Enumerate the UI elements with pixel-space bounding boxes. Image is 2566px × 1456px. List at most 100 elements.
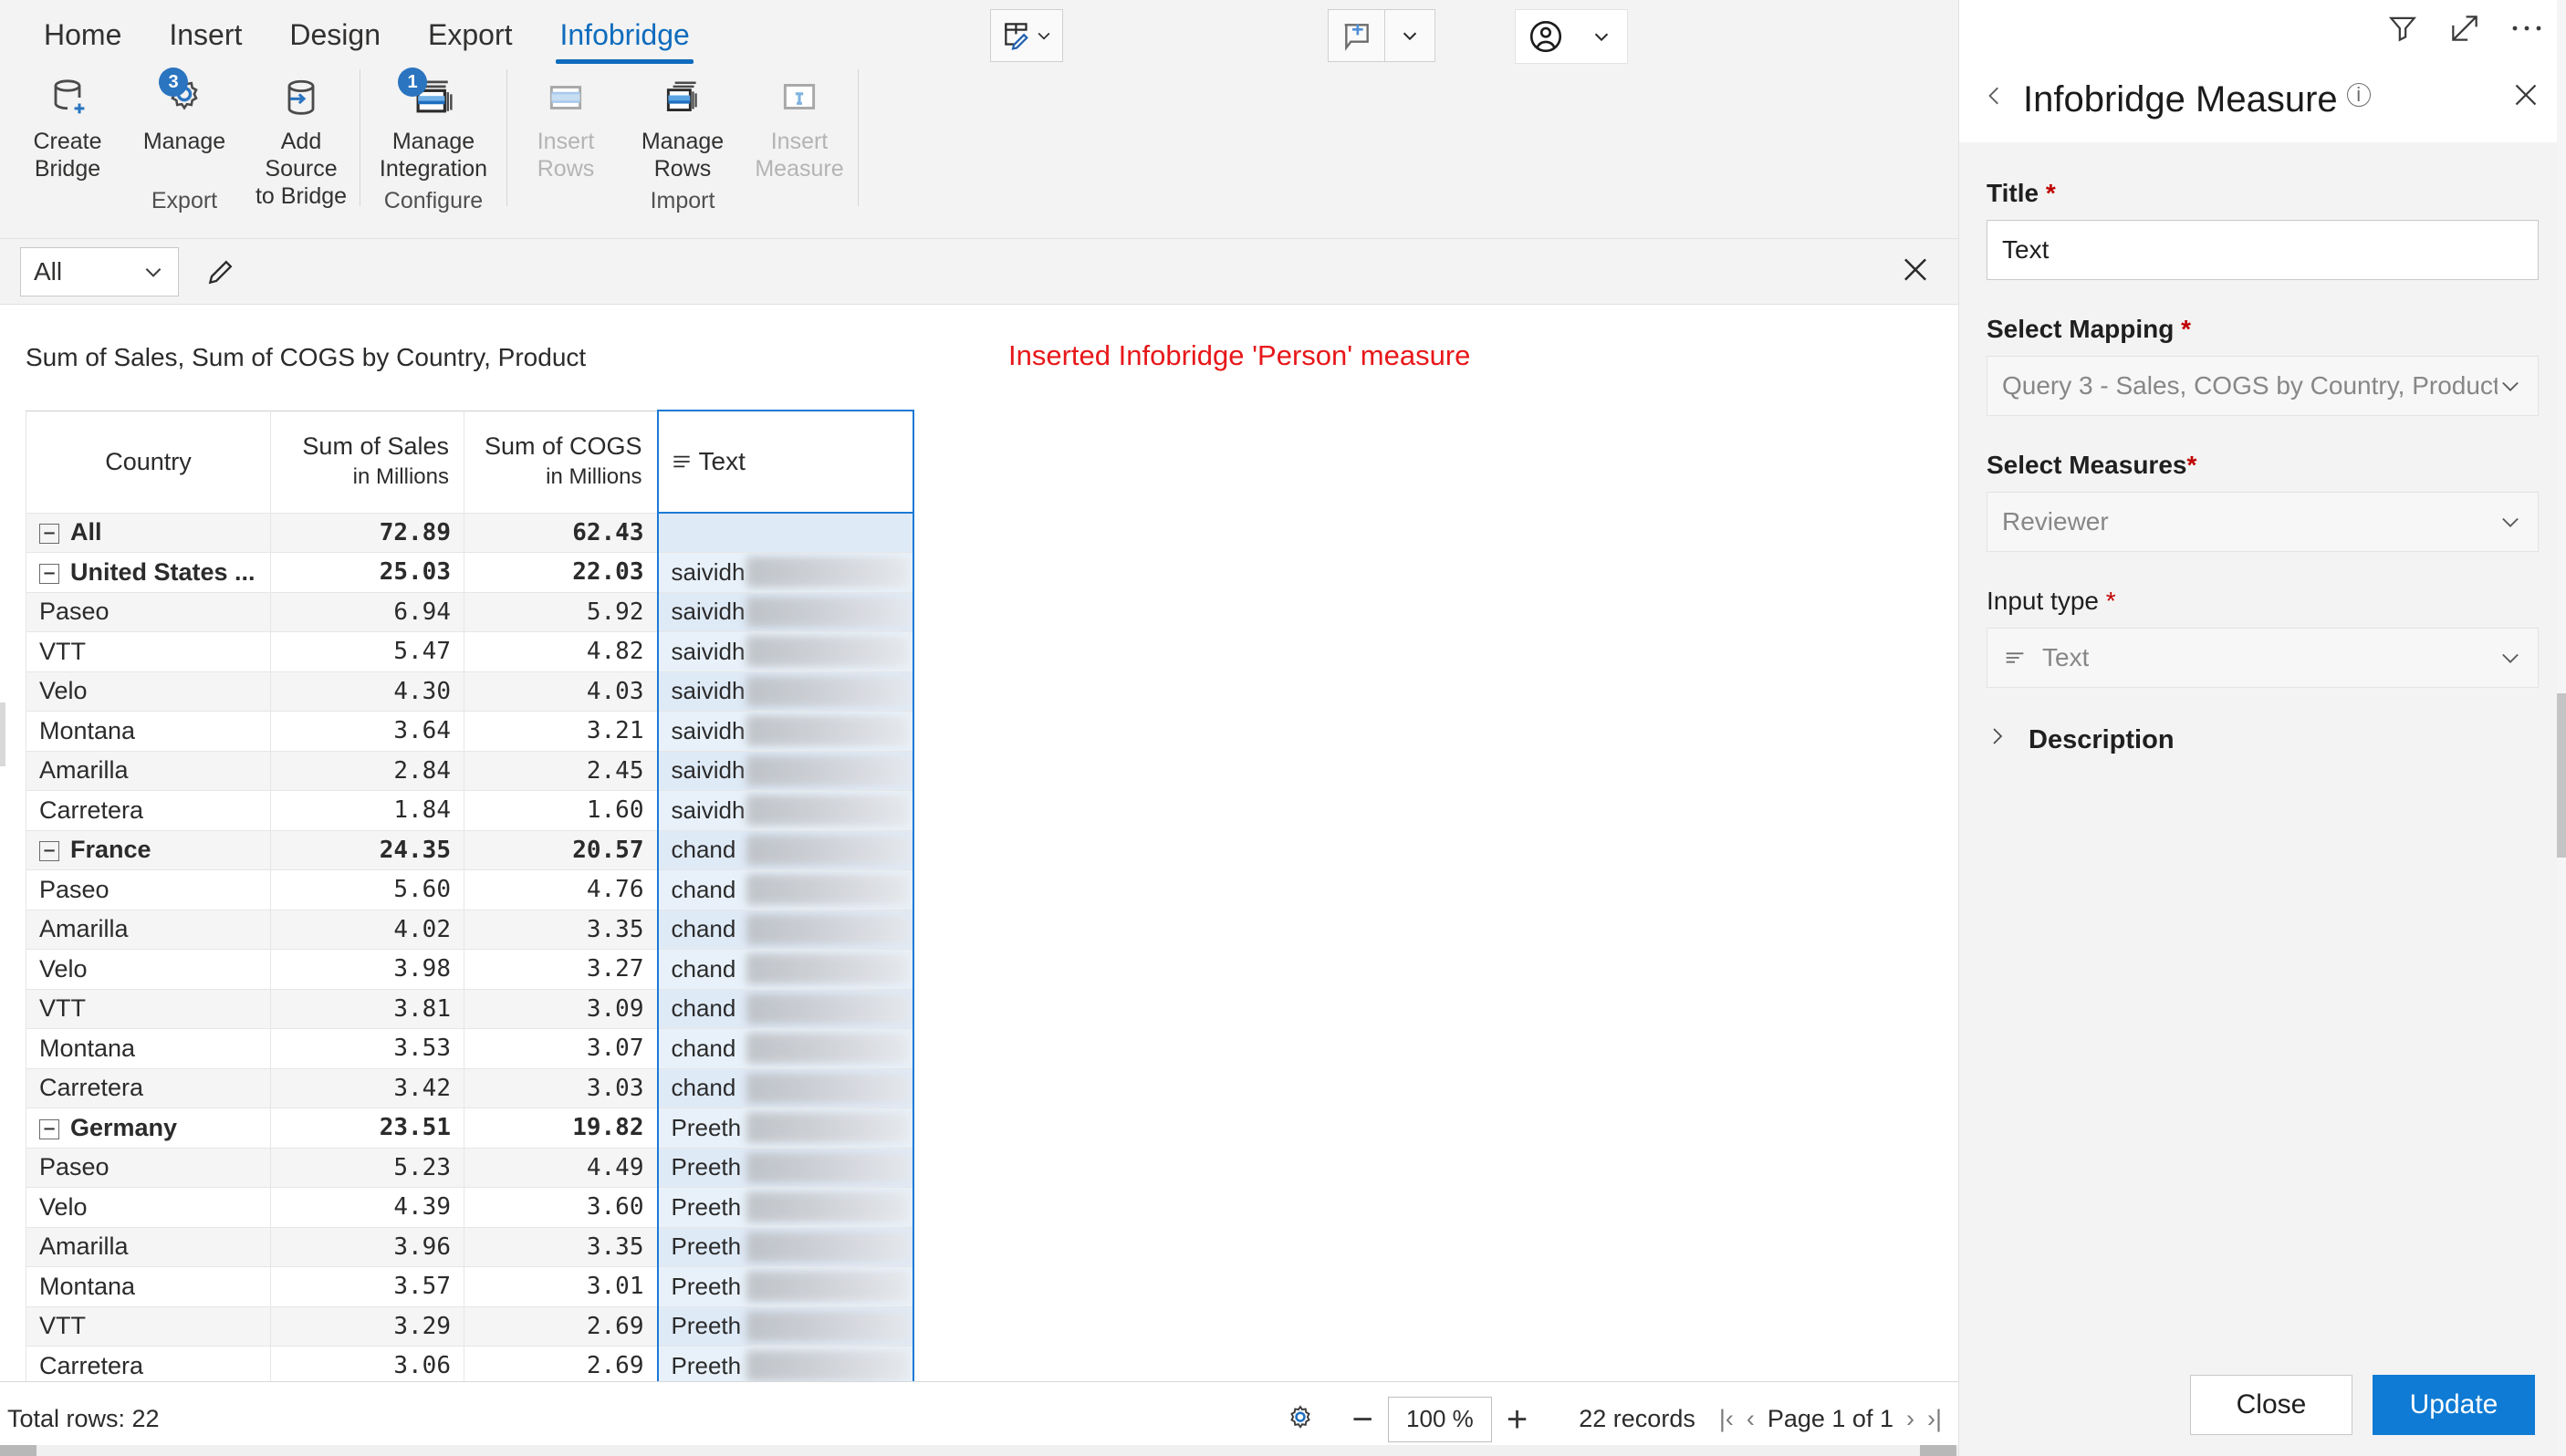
add-source-to-bridge-button[interactable]: Add Source to Bridge — [243, 64, 360, 210]
zoom-out-button[interactable]: − — [1338, 1401, 1388, 1438]
cell-text[interactable]: Preeth — [658, 1267, 913, 1307]
cell-text[interactable]: saividh — [658, 553, 913, 593]
cell-text[interactable]: Preeth — [658, 1306, 913, 1347]
table-row[interactable]: Montana3.643.21saividh — [26, 712, 913, 752]
cell-text[interactable]: saividh — [658, 671, 913, 712]
cell-text[interactable]: saividh — [658, 712, 913, 752]
table-row[interactable]: Carretera3.423.03chand — [26, 1068, 913, 1108]
panel-filter-button[interactable] — [2385, 11, 2420, 46]
table-row[interactable]: Paseo5.234.49Preeth — [26, 1148, 913, 1188]
ribbon-tab-home[interactable]: Home — [20, 13, 145, 64]
table-row[interactable]: VTT3.292.69Preeth — [26, 1306, 913, 1347]
cell-text[interactable]: Preeth — [658, 1108, 913, 1149]
cell-text[interactable]: chand — [658, 910, 913, 950]
row-expander-icon[interactable]: − — [39, 841, 59, 861]
cell-text[interactable]: chand — [658, 950, 913, 990]
prev-page-button[interactable]: ‹ — [1747, 1405, 1755, 1433]
canvas-left-handle[interactable] — [0, 702, 5, 766]
title-input[interactable]: Text — [1987, 220, 2539, 280]
filter-edit-button[interactable] — [203, 254, 239, 290]
horizontal-scrollbar[interactable] — [0, 1445, 1958, 1456]
table-row[interactable]: Paseo5.604.76chand — [26, 870, 913, 910]
panel-close-button[interactable] — [2509, 78, 2542, 120]
row-expander-icon[interactable]: − — [39, 524, 59, 544]
last-page-button[interactable]: ›| — [1927, 1405, 1942, 1433]
cell-text[interactable]: chand — [658, 830, 913, 870]
table-row[interactable]: Amarilla4.023.35chand — [26, 910, 913, 950]
next-page-button[interactable]: › — [1906, 1405, 1914, 1433]
table-row[interactable]: −United States ...25.0322.03saividh — [26, 553, 913, 593]
table-row[interactable]: Montana3.533.07chand — [26, 1029, 913, 1069]
account-button[interactable] — [1516, 10, 1576, 63]
cell-text[interactable]: saividh — [658, 632, 913, 672]
ribbon-tab-design[interactable]: Design — [266, 13, 404, 64]
table-row[interactable]: Amarilla3.963.35Preeth — [26, 1227, 913, 1267]
hscroll-thumb-left[interactable] — [0, 1445, 37, 1456]
cell-text[interactable]: chand — [658, 1068, 913, 1108]
panel-vertical-scrollbar[interactable] — [2557, 0, 2566, 1456]
cell-text[interactable]: saividh — [658, 791, 913, 831]
table-row[interactable]: VTT3.813.09chand — [26, 989, 913, 1029]
column-header-sales[interactable]: Sum of Sales in Millions — [271, 411, 464, 513]
mapping-select[interactable]: Query 3 - Sales, COGS by Country, Produc… — [1987, 356, 2539, 416]
manage-button[interactable]: 3 Manage — [126, 64, 243, 155]
table-row[interactable]: Velo3.983.27chand — [26, 950, 913, 990]
table-row[interactable]: Amarilla2.842.45saividh — [26, 751, 913, 791]
account-dropdown[interactable] — [1576, 10, 1627, 63]
cell-text[interactable]: Preeth — [658, 1188, 913, 1228]
vscroll-thumb[interactable] — [2557, 693, 2566, 858]
table-row[interactable]: Carretera1.841.60saividh — [26, 791, 913, 831]
panel-more-button[interactable] — [2509, 20, 2544, 36]
cell-text[interactable]: Preeth — [658, 1227, 913, 1267]
cell-text[interactable]: Preeth — [658, 1347, 913, 1382]
edit-layout-button[interactable] — [990, 9, 1063, 62]
zoom-in-button[interactable]: + — [1492, 1401, 1542, 1438]
hscroll-thumb-right[interactable] — [1920, 1445, 1956, 1456]
database-arrow-icon — [277, 74, 325, 121]
close-button[interactable]: Close — [2190, 1375, 2352, 1435]
filter-select[interactable]: All — [20, 247, 179, 296]
table-row[interactable]: Velo4.304.03saividh — [26, 671, 913, 712]
cell-text[interactable]: chand — [658, 1029, 913, 1069]
description-accordion[interactable]: Description — [1987, 723, 2539, 757]
cell-text[interactable]: saividh — [658, 592, 913, 632]
panel-back-button[interactable] — [1983, 80, 2023, 120]
cell-text[interactable]: saividh — [658, 751, 913, 791]
row-expander-icon[interactable]: − — [39, 564, 59, 584]
table-row[interactable]: −All72.8962.43 — [26, 513, 913, 553]
update-button[interactable]: Update — [2373, 1375, 2535, 1435]
ribbon-tab-export[interactable]: Export — [404, 13, 536, 64]
cell-text[interactable]: chand — [658, 870, 913, 910]
manage-rows-button[interactable]: Manage Rows — [624, 64, 741, 182]
table-row[interactable]: −Germany23.5119.82Preeth — [26, 1108, 913, 1149]
column-header-country[interactable]: Country — [26, 411, 271, 513]
cell-text[interactable]: chand — [658, 989, 913, 1029]
filter-close-button[interactable] — [1898, 252, 1933, 291]
table-row[interactable]: Velo4.393.60Preeth — [26, 1188, 913, 1228]
row-expander-icon[interactable]: − — [39, 1119, 59, 1139]
column-header-text[interactable]: Text — [658, 411, 913, 513]
add-comment-button[interactable] — [1328, 9, 1384, 62]
ribbon-tab-infobridge[interactable]: Infobridge — [536, 13, 713, 64]
table-row[interactable]: Carretera3.062.69Preeth — [26, 1347, 913, 1382]
create-bridge-button[interactable]: Create Bridge — [9, 64, 126, 182]
cell-text[interactable]: Preeth — [658, 1148, 913, 1188]
table-row[interactable]: VTT5.474.82saividh — [26, 632, 913, 672]
panel-expand-button[interactable] — [2447, 11, 2482, 46]
cell-text[interactable] — [658, 513, 913, 553]
add-comment-dropdown[interactable] — [1384, 9, 1435, 62]
input-type-select[interactable]: Text — [1987, 628, 2539, 688]
table-row[interactable]: −France24.3520.57chand — [26, 830, 913, 870]
table-row[interactable]: Montana3.573.01Preeth — [26, 1267, 913, 1307]
insert-measure-button[interactable]: Insert Measure — [741, 64, 858, 182]
info-icon[interactable]: i — [2347, 83, 2371, 107]
first-page-button[interactable]: |‹ — [1719, 1405, 1734, 1433]
zoom-value[interactable]: 100 % — [1388, 1397, 1492, 1442]
insert-rows-button[interactable]: Insert Rows — [507, 64, 624, 182]
status-settings-button[interactable] — [1283, 1402, 1318, 1437]
ribbon-tab-insert[interactable]: Insert — [145, 13, 266, 64]
column-header-cogs[interactable]: Sum of COGS in Millions — [464, 411, 658, 513]
manage-integration-button[interactable]: 1 Manage Integration — [360, 64, 506, 182]
measures-select[interactable]: Reviewer — [1987, 492, 2539, 552]
table-row[interactable]: Paseo6.945.92saividh — [26, 592, 913, 632]
